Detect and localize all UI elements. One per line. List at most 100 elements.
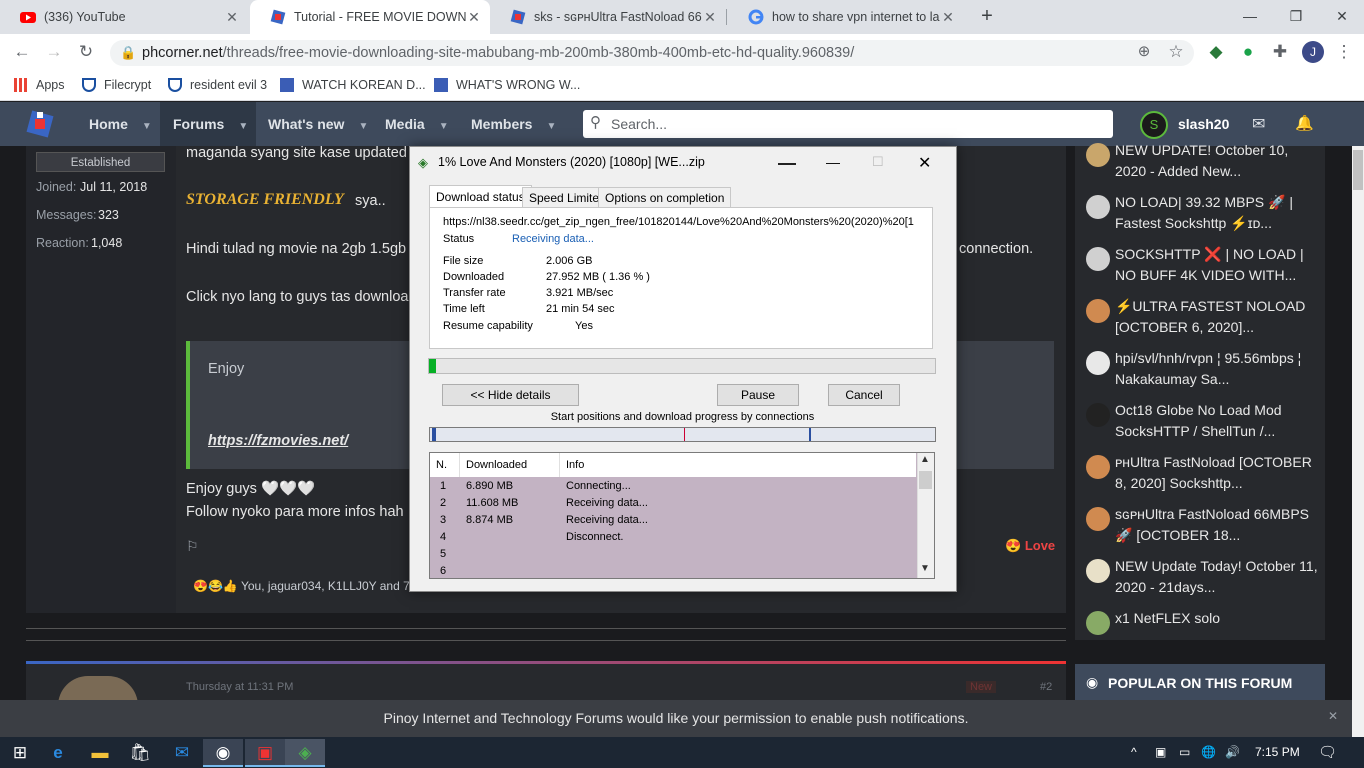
dialog-close-button[interactable]: ✕ — [918, 153, 931, 173]
sidebar-item[interactable]: sɢᴘʜUltra FastNoload 66MBPS 🚀 [OCTOBER 1… — [1085, 504, 1317, 556]
tray-app-icon[interactable]: ▣ — [1155, 737, 1166, 768]
sidebar-item[interactable]: x1 NetFLEX solo — [1085, 608, 1317, 636]
globe-icon[interactable]: 🌐 — [1201, 737, 1216, 768]
dialog-minimize-button[interactable]: — — [826, 154, 840, 170]
sidebar-item[interactable]: NEW Update Today! October 11, 2020 - 21d… — [1085, 556, 1318, 608]
user-avatar[interactable]: S — [1140, 111, 1168, 139]
sidebar-item-label: Oct18 Globe No Load Mod SocksHTTP / Shel… — [1115, 402, 1282, 439]
vpn-extension-icon[interactable]: ● — [1238, 42, 1258, 62]
chevron-up-icon[interactable]: ▲ — [920, 454, 930, 465]
idm-taskbar-icon[interactable]: ◈ — [285, 739, 325, 767]
forward-button[interactable]: → — [44, 42, 64, 62]
bookmark-filecrypt[interactable]: Filecrypt — [82, 76, 151, 94]
tab-options-completion[interactable]: Options on completion — [598, 187, 732, 208]
store-icon[interactable]: 🛍 — [120, 739, 160, 767]
scrollbar-thumb[interactable] — [1353, 150, 1363, 190]
volume-icon[interactable]: 🔊 — [1225, 737, 1240, 768]
sidebar-item[interactable]: hpi/svl/hnh/rvpn ¦ 95.56mbps ¦ Nakakauma… — [1085, 348, 1317, 400]
close-icon[interactable]: ✕ — [1328, 709, 1338, 723]
extension-icon[interactable]: ◆ — [1206, 42, 1226, 62]
tab-youtube[interactable]: (336) YouTube ✕ — [0, 0, 248, 34]
chevron-down-icon[interactable]: ▼ — [920, 563, 930, 574]
add-icon[interactable]: ⊕ — [1134, 42, 1154, 62]
dialog-maximize-button[interactable]: ☐ — [872, 154, 884, 170]
tray-chevron-icon[interactable]: ^ — [1131, 737, 1137, 768]
report-flag-icon[interactable]: ⚐ — [186, 538, 199, 555]
close-icon[interactable]: ✕ — [466, 9, 482, 26]
filesize-value: 2.006 GB — [546, 255, 593, 267]
back-button[interactable]: ← — [12, 42, 32, 62]
sidebar-item[interactable]: ⚡ULTRA FASTEST NOLOAD [OCTOBER 6, 2020].… — [1085, 296, 1317, 348]
reactions-summary[interactable]: 😍😂👍 You, jaguar034, K1LLJ0Y and 7 — [193, 579, 410, 593]
nav-forums[interactable]: Forums ▼ — [160, 102, 256, 146]
mail-icon[interactable]: ✉ — [1252, 114, 1265, 134]
sidebar-item[interactable]: Oct18 Globe No Load Mod SocksHTTP / Shel… — [1085, 400, 1317, 452]
row-number: 6 — [440, 565, 447, 577]
bookmark-whats-wrong[interactable]: WHAT'S WRONG W... — [434, 76, 580, 94]
post-number[interactable]: #2 — [1040, 681, 1052, 693]
sidebar-item[interactable]: ᴘʜUltra FastNoload [OCTOBER 8, 2020] Soc… — [1085, 452, 1317, 504]
tab-google[interactable]: how to share vpn internet to lapt ✕ — [728, 0, 964, 34]
tab-tutorial[interactable]: Tutorial - FREE MOVIE DOWNLOA ✕ — [250, 0, 490, 34]
url-text[interactable]: phcorner.net/threads/free-movie-download… — [142, 45, 854, 61]
windows-start-icon[interactable]: ⊞ — [0, 739, 40, 767]
profile-avatar[interactable]: J — [1302, 41, 1324, 63]
nav-home[interactable]: Home ▼ — [74, 102, 160, 146]
close-icon[interactable]: ✕ — [702, 9, 718, 26]
app-icon[interactable]: ▣ — [245, 739, 285, 767]
column-header[interactable]: Info — [560, 453, 916, 477]
close-icon[interactable]: ✕ — [224, 9, 240, 26]
tab-title: how to share vpn internet to lapt — [772, 10, 940, 24]
new-tab-button[interactable]: + — [976, 5, 998, 27]
cancel-button[interactable]: Cancel — [828, 384, 900, 406]
lock-icon[interactable]: 🔒 — [120, 45, 136, 61]
bookmark-korean[interactable]: WATCH KOREAN D... — [280, 76, 426, 94]
new-badge: New — [966, 681, 997, 693]
avatar — [1086, 559, 1110, 583]
mail-icon[interactable]: ✉ — [162, 739, 202, 767]
maximize-button[interactable]: ❐ — [1273, 0, 1319, 32]
edge-icon[interactable]: e — [38, 739, 78, 767]
chevron-down-icon: ▼ — [358, 121, 369, 132]
hide-details-button[interactable]: << Hide details — [442, 384, 579, 406]
reload-button[interactable]: ↻ — [76, 42, 96, 62]
nav-members[interactable]: Members ▼ — [471, 102, 556, 146]
post-text: Hindi tulad ng movie na 2gb 1.5gb — [186, 241, 407, 257]
clock[interactable]: 7:15 PM — [1255, 737, 1300, 768]
site-logo[interactable] — [24, 108, 56, 140]
tab-download-status[interactable]: Download status — [429, 185, 532, 208]
post-time[interactable]: Thursday at 11:31 PM — [186, 681, 293, 693]
column-header[interactable]: Downloaded — [460, 453, 560, 477]
row-number: 4 — [440, 531, 447, 543]
star-icon[interactable]: ☆ — [1166, 42, 1186, 62]
quote-link[interactable]: https://fzmovies.net/ — [208, 433, 348, 449]
bell-icon[interactable]: 🔔 — [1295, 114, 1314, 132]
chrome-icon[interactable]: ◉ — [203, 739, 243, 767]
scrollbar-thumb[interactable] — [919, 471, 932, 489]
pause-button[interactable]: Pause — [717, 384, 799, 406]
menu-icon[interactable]: ⋮ — [1334, 42, 1354, 62]
folder-icon[interactable]: ▬ — [80, 739, 120, 767]
minimize-button[interactable]: — — [1227, 0, 1273, 32]
sidebar-item[interactable]: NEW UPDATE! October 10, 2020 - Added New… — [1085, 140, 1317, 192]
username[interactable]: slash20 — [1178, 116, 1229, 132]
close-icon[interactable]: ✕ — [940, 9, 956, 26]
column-header[interactable]: N. — [430, 453, 460, 477]
puzzle-icon[interactable]: ✚ — [1270, 42, 1290, 62]
page-scrollbar[interactable] — [1352, 146, 1364, 737]
notifications-icon[interactable]: 🗨 — [1318, 737, 1337, 768]
bookmark-apps[interactable]: Apps — [14, 76, 65, 94]
nav-whats-new[interactable]: What's new ▼ — [268, 102, 368, 146]
sidebar-item[interactable]: SOCKSHTTP ❌ | NO LOAD | NO BUFF 4K VIDEO… — [1085, 244, 1317, 296]
tab-sks[interactable]: sks - sɢᴘʜUltra FastNoload 66MB ✕ — [490, 0, 726, 34]
love-reaction-button[interactable]: 😍 Love — [1005, 538, 1055, 554]
downloaded-value: 27.952 MB ( 1.36 % ) — [546, 271, 650, 283]
nav-media[interactable]: Media ▼ — [385, 102, 449, 146]
sidebar-item[interactable]: NO LOAD| 39.32 MBPS 🚀 | Fastest Sockshtt… — [1085, 192, 1317, 244]
bookmark-resident-evil[interactable]: resident evil 3 — [168, 76, 267, 94]
battery-icon[interactable]: ▭ — [1179, 737, 1190, 768]
row-info: Receiving data... — [566, 514, 648, 526]
window-close-button[interactable]: ✕ — [1319, 0, 1364, 32]
tab-speed-limiter[interactable]: Speed Limiter — [522, 187, 611, 208]
avatar — [1086, 299, 1110, 323]
